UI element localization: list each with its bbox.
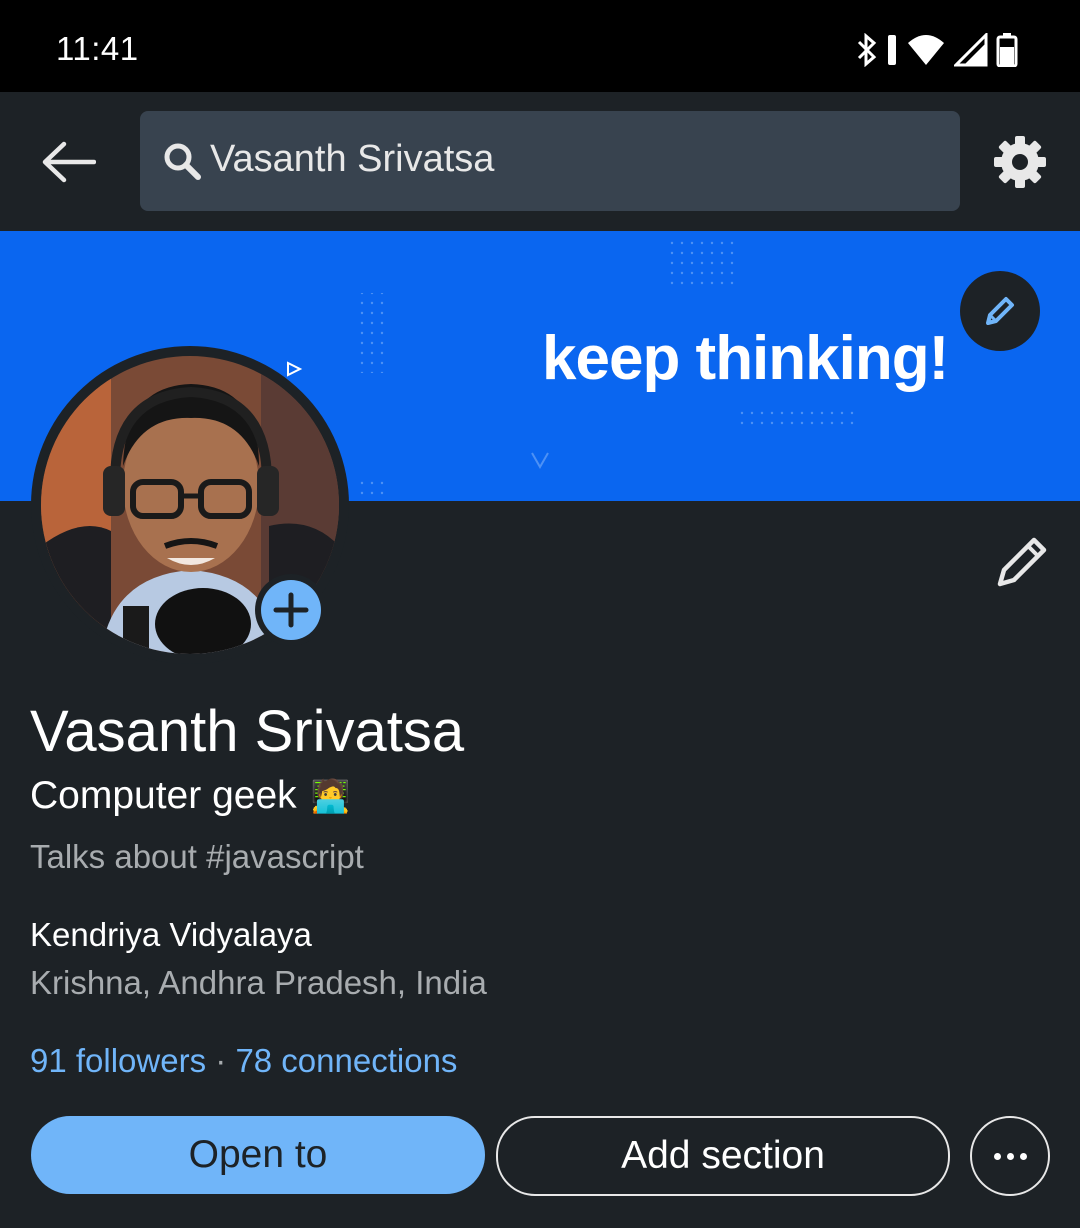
stats-separator: · (215, 1042, 227, 1079)
edit-intro-button[interactable] (990, 530, 1054, 594)
battery-icon (996, 33, 1018, 67)
pencil-icon (997, 537, 1047, 587)
school-link[interactable]: Kendriya Vidyalaya (30, 916, 312, 954)
status-icons (856, 32, 1018, 68)
network-stats: 91 followers · 78 connections (30, 1042, 457, 1080)
back-arrow-icon (42, 141, 96, 183)
profile-headline: Computer geek 🧑‍💻 (30, 774, 350, 818)
profile-name: Vasanth Srivatsa (30, 699, 465, 764)
profile-location: Krishna, Andhra Pradesh, India (30, 964, 487, 1001)
top-bar: Vasanth Srivatsa (0, 92, 1080, 231)
open-to-button[interactable]: Open to (31, 1116, 485, 1194)
signal-icon (954, 33, 988, 67)
technologist-emoji: 🧑‍💻 (310, 778, 351, 814)
talks-about: Talks about #javascript (30, 838, 364, 875)
add-photo-button[interactable] (255, 574, 327, 646)
more-horizontal-icon (993, 1152, 1001, 1160)
back-button[interactable] (36, 132, 100, 192)
add-section-button[interactable]: Add section (496, 1116, 950, 1196)
banner-text: keep thinking! (542, 324, 949, 393)
gear-icon (994, 136, 1046, 188)
vibrate-icon (888, 35, 896, 65)
connections-link[interactable]: 78 connections (235, 1042, 457, 1079)
status-bar: 11:41 (0, 0, 1080, 92)
search-input-value: Vasanth Srivatsa (210, 138, 495, 180)
status-time: 11:41 (56, 30, 139, 67)
search-input[interactable]: Vasanth Srivatsa (140, 111, 960, 211)
bluetooth-icon (857, 33, 877, 67)
search-icon (164, 143, 201, 180)
more-button[interactable] (970, 1116, 1050, 1196)
pencil-icon (986, 297, 1014, 325)
settings-button[interactable] (990, 132, 1050, 192)
edit-banner-button[interactable] (960, 271, 1040, 351)
more-dot (1019, 1152, 1027, 1160)
headline-text: Computer geek (30, 774, 297, 817)
more-dot (1006, 1152, 1014, 1160)
plus-icon (273, 592, 309, 628)
wifi-icon (908, 35, 944, 65)
followers-link[interactable]: 91 followers (30, 1042, 206, 1079)
add-photo-button-fill (261, 580, 321, 640)
